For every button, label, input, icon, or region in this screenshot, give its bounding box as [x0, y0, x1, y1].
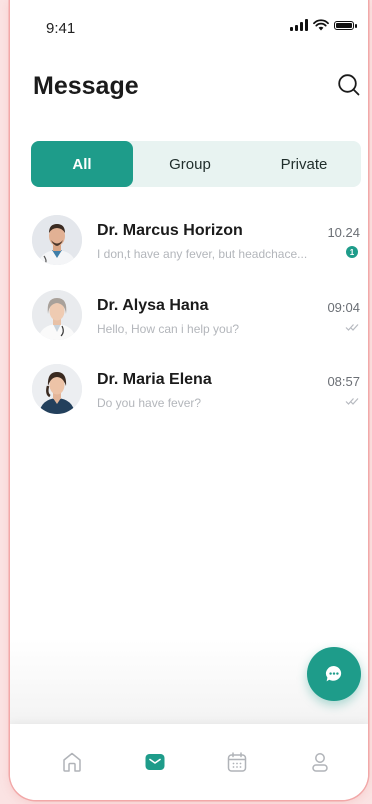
avatar [32, 364, 82, 414]
nav-profile[interactable] [308, 750, 332, 774]
status-time: 9:41 [46, 20, 76, 37]
nav-calendar[interactable] [225, 750, 249, 774]
chat-preview: Do you have fever? [97, 396, 202, 410]
status-icons [290, 19, 357, 31]
search-icon [338, 74, 360, 96]
phone-screen: 9:41 Message All Group Private Dr. Marcu… [10, 0, 368, 800]
chat-time: 10.24 [327, 225, 360, 240]
chat-preview: Hello, How can i help you? [97, 322, 240, 336]
page-title: Message [33, 72, 139, 100]
signal-icon [290, 19, 308, 31]
chat-item[interactable]: Dr. Marcus Horizon I don,t have any feve… [32, 215, 362, 269]
chat-name: Dr. Alysa Hana [97, 297, 209, 314]
double-check-icon [345, 324, 359, 331]
chat-bubble-icon [325, 666, 342, 682]
profile-icon [312, 753, 328, 772]
bottom-nav [10, 724, 368, 800]
message-tabs: All Group Private [31, 141, 361, 187]
double-check-icon [345, 398, 359, 405]
calendar-icon [227, 752, 247, 772]
new-chat-button[interactable] [307, 647, 361, 701]
avatar [32, 290, 82, 340]
message-icon [145, 754, 165, 770]
chat-name: Dr. Maria Elena [97, 371, 212, 388]
search-button[interactable] [336, 72, 362, 98]
chat-name: Dr. Marcus Horizon [97, 222, 243, 239]
chat-time: 09:04 [327, 300, 360, 315]
chat-item[interactable]: Dr. Maria Elena Do you have fever? 08:57 [32, 364, 362, 418]
chat-preview: I don,t have any fever, but headchace... [97, 247, 308, 261]
nav-home[interactable] [60, 750, 84, 774]
home-icon [63, 752, 81, 772]
unread-badge: 1 [346, 246, 358, 258]
avatar [32, 215, 82, 265]
chat-item[interactable]: Dr. Alysa Hana Hello, How can i help you… [32, 290, 362, 344]
chat-time: 08:57 [327, 374, 360, 389]
nav-messages[interactable] [143, 750, 167, 774]
battery-icon [334, 20, 357, 30]
tab-group[interactable]: Group [133, 141, 247, 187]
tab-all[interactable]: All [31, 141, 133, 187]
status-bar: 9:41 [10, 0, 368, 56]
tab-private[interactable]: Private [247, 141, 361, 187]
wifi-icon [313, 19, 329, 31]
